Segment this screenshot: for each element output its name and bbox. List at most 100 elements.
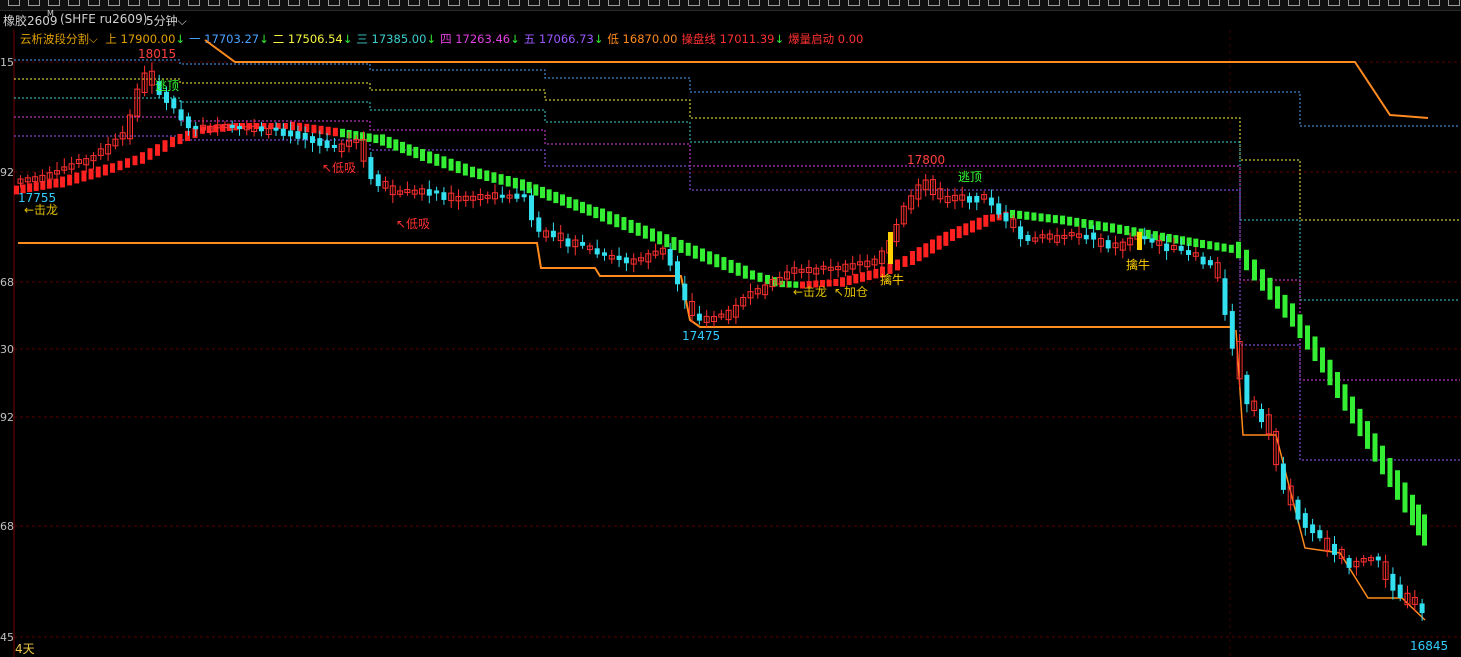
toolbar-icon[interactable] [788, 0, 800, 6]
candle-body [521, 194, 527, 198]
ribbon-segment [950, 229, 955, 241]
ribbon-segment [60, 176, 65, 188]
toolbar-icon[interactable] [1128, 0, 1140, 6]
toolbar-icon[interactable] [1028, 0, 1040, 6]
toolbar-icon[interactable] [1048, 0, 1060, 6]
toolbar-icon[interactable] [748, 0, 760, 6]
toolbar-icon[interactable] [928, 0, 940, 6]
toolbar-icon[interactable] [68, 0, 80, 6]
toolbar-icon[interactable] [1368, 0, 1380, 6]
toolbar-icon[interactable] [1328, 0, 1340, 6]
toolbar-icon[interactable] [968, 0, 980, 6]
toolbar-icon[interactable] [908, 0, 920, 6]
candle-body [368, 157, 374, 180]
toolbar-icon[interactable] [148, 0, 160, 6]
toolbar-icon[interactable] [828, 0, 840, 6]
toolbar-icon[interactable] [1248, 0, 1260, 6]
toolbar-icon[interactable] [348, 0, 360, 6]
ribbon-segment [340, 128, 345, 138]
toolbar-icon[interactable] [8, 0, 20, 6]
ribbon-segment [1088, 220, 1094, 229]
toolbar-icon[interactable] [528, 0, 540, 6]
toolbar-icon[interactable] [188, 0, 200, 6]
ribbon-segment [1186, 237, 1192, 246]
toolbar-icon[interactable] [48, 0, 60, 6]
toolbar-icon[interactable] [328, 0, 340, 6]
toolbar-icon[interactable] [988, 0, 1000, 6]
toolbar-icon[interactable] [1008, 0, 1020, 6]
toolbar-icon[interactable] [508, 0, 520, 6]
ribbon-segment [140, 152, 145, 164]
toolbar-icon[interactable] [448, 0, 460, 6]
toolbar-icon[interactable] [768, 0, 780, 6]
toolbar-icon[interactable] [468, 0, 480, 6]
ribbon-segment [67, 174, 73, 186]
chart-annotation: 擒牛 [880, 272, 904, 287]
toolbar-icon[interactable] [1168, 0, 1180, 6]
toolbar-icon[interactable] [208, 0, 220, 6]
toolbar-icon[interactable] [648, 0, 660, 6]
toolbar-icon[interactable] [848, 0, 860, 6]
candle-body [594, 248, 600, 255]
toolbar-icon[interactable] [408, 0, 420, 6]
toolbar-icon[interactable] [1308, 0, 1320, 6]
toolbar-icon[interactable] [368, 0, 380, 6]
toolbar-icon[interactable] [708, 0, 720, 6]
toolbar-icon[interactable] [108, 0, 120, 6]
toolbar-icon[interactable] [268, 0, 280, 6]
kline-chart[interactable]: 1592683092684518015逃顶17755←击龙↖低吸↖低吸17800… [0, 30, 1461, 657]
toolbar-icon[interactable] [688, 0, 700, 6]
toolbar-icon[interactable] [1448, 0, 1460, 6]
toolbar-icon[interactable] [1068, 0, 1080, 6]
toolbar-icon[interactable] [888, 0, 900, 6]
toolbar-icon[interactable] [128, 0, 140, 6]
toolbar-icon[interactable] [568, 0, 580, 6]
toolbar-icon[interactable] [1088, 0, 1100, 6]
toolbar-icon[interactable] [668, 0, 680, 6]
toolbar-icon[interactable] [608, 0, 620, 6]
toolbar-icon[interactable] [428, 0, 440, 6]
candle-body [441, 192, 447, 200]
chart-annotation: 16845 [1410, 639, 1448, 653]
toolbar-icon[interactable] [808, 0, 820, 6]
ribbon-segment [1124, 225, 1130, 236]
toolbar-icon[interactable] [948, 0, 960, 6]
toolbar-icon[interactable] [1428, 0, 1440, 6]
toolbar-icon[interactable] [1228, 0, 1240, 6]
toolbar-icon[interactable] [588, 0, 600, 6]
toolbar-icon[interactable] [88, 0, 100, 6]
toolbar-icon[interactable] [548, 0, 560, 6]
toolbar-icon[interactable] [1188, 0, 1200, 6]
toolbar-icon[interactable] [388, 0, 400, 6]
toolbar-icon[interactable] [1348, 0, 1360, 6]
toolbar-icon[interactable] [488, 0, 500, 6]
toolbar-icon[interactable] [1408, 0, 1420, 6]
candle-body [1142, 236, 1148, 240]
ribbon-segment [866, 270, 872, 281]
ribbon-segment [170, 136, 175, 148]
toolbar-icon[interactable] [1268, 0, 1280, 6]
toolbar-icon[interactable] [308, 0, 320, 6]
chart-annotation: 18015 [138, 47, 176, 61]
toolbar-icon[interactable] [228, 0, 240, 6]
candle-body [682, 283, 688, 301]
toolbar-icon[interactable] [728, 0, 740, 6]
period-selector[interactable]: 5分钟⌵ [146, 12, 187, 29]
toolbar-icon[interactable] [288, 0, 300, 6]
toolbar-icon[interactable] [628, 0, 640, 6]
ribbon-segment [1131, 227, 1137, 237]
toolbar-icon[interactable] [168, 0, 180, 6]
toolbar-icon[interactable] [1148, 0, 1160, 6]
ribbon-segment [664, 234, 670, 248]
ribbon-segment [573, 199, 579, 211]
ribbon-segment [657, 231, 663, 245]
toolbar-icon[interactable] [248, 0, 260, 6]
toolbar-icon[interactable] [1108, 0, 1120, 6]
toolbar-icon[interactable] [1388, 0, 1400, 6]
toolbar-icon[interactable] [1208, 0, 1220, 6]
ribbon-segment [621, 217, 627, 231]
toolbar-icon[interactable] [28, 0, 40, 6]
ribbon-segment [642, 225, 648, 239]
toolbar-icon[interactable] [1288, 0, 1300, 6]
toolbar-icon[interactable] [868, 0, 880, 6]
